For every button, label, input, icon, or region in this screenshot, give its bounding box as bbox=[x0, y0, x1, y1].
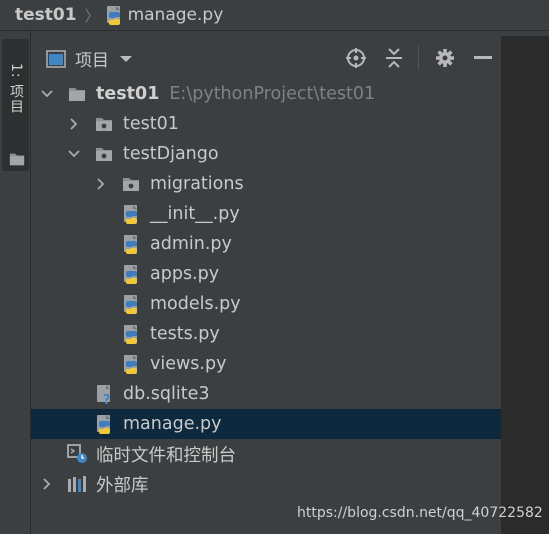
tree-item-label: test01 bbox=[123, 114, 179, 134]
tree-item-tests-py[interactable]: tests.py bbox=[31, 319, 501, 349]
tree-item-path: E:\pythonProject\test01 bbox=[169, 84, 376, 104]
python-file-icon bbox=[124, 234, 137, 254]
tree-item-scratches[interactable]: 临时文件和控制台 bbox=[31, 439, 501, 469]
tree-item-label: __init__.py bbox=[150, 204, 240, 224]
chevron-down-icon[interactable] bbox=[68, 148, 80, 160]
toolbar-divider bbox=[418, 46, 419, 70]
editor-area[interactable] bbox=[501, 36, 549, 534]
chevron-right-icon[interactable] bbox=[68, 118, 80, 130]
tree-item-label: migrations bbox=[150, 174, 244, 194]
locate-icon[interactable] bbox=[344, 46, 368, 70]
chevron-down-icon[interactable] bbox=[119, 54, 133, 64]
tree-item-label: test01 bbox=[96, 84, 160, 104]
tree-item-label: models.py bbox=[150, 294, 241, 314]
gear-icon[interactable] bbox=[433, 46, 457, 70]
breadcrumb: test01 〉 manage.py bbox=[0, 0, 549, 31]
breadcrumb-file-label: manage.py bbox=[127, 5, 224, 25]
collapse-all-icon[interactable] bbox=[382, 46, 406, 70]
python-file-icon bbox=[124, 294, 137, 314]
python-file-icon bbox=[106, 5, 120, 25]
tree-item-testdjango[interactable]: testDjango bbox=[31, 139, 501, 169]
python-file-icon bbox=[124, 264, 137, 284]
python-file-icon bbox=[97, 414, 110, 434]
unknown-file-icon: ? bbox=[97, 384, 111, 405]
svg-text:?: ? bbox=[103, 393, 111, 405]
minimize-icon[interactable] bbox=[471, 46, 495, 70]
tree-item-label: admin.py bbox=[150, 234, 232, 254]
chevron-right-icon[interactable] bbox=[95, 178, 107, 190]
package-folder-icon bbox=[96, 118, 112, 131]
tree-item-label: 外部库 bbox=[96, 475, 149, 496]
scratches-icon bbox=[67, 444, 87, 463]
tree-item-label: manage.py bbox=[123, 414, 222, 434]
folder-icon bbox=[69, 88, 85, 101]
project-tool-label: 1: 项目 bbox=[8, 63, 24, 115]
tree-item-manage-py[interactable]: manage.py bbox=[31, 409, 501, 439]
python-file-icon bbox=[124, 324, 137, 344]
project-view-icon bbox=[46, 49, 66, 68]
project-panel: 项目 test01 E:\pythonProject\test01 test01… bbox=[31, 31, 501, 534]
tree-item-label: db.sqlite3 bbox=[123, 384, 210, 404]
breadcrumb-project[interactable]: test01 bbox=[15, 5, 77, 25]
panel-header: 项目 bbox=[31, 31, 501, 86]
tree-item-init-py[interactable]: __init__.py bbox=[31, 199, 501, 229]
tree-item-label: testDjango bbox=[123, 144, 219, 164]
project-tool-button[interactable]: 1: 项目 bbox=[2, 39, 29, 171]
tree-item-label: views.py bbox=[150, 354, 227, 374]
tree-item-label: apps.py bbox=[150, 264, 220, 284]
package-folder-icon bbox=[123, 178, 139, 191]
chevron-down-icon[interactable] bbox=[41, 88, 53, 100]
tree-item-db-sqlite3[interactable]: ? db.sqlite3 bbox=[31, 379, 501, 409]
tree-item-admin-py[interactable]: admin.py bbox=[31, 229, 501, 259]
tree-item-migrations[interactable]: migrations bbox=[31, 169, 501, 199]
library-icon bbox=[68, 476, 86, 492]
tree-item-label: tests.py bbox=[150, 324, 220, 344]
chevron-right-icon[interactable] bbox=[41, 478, 53, 490]
panel-title[interactable]: 项目 bbox=[75, 46, 109, 71]
folder-icon bbox=[9, 153, 25, 166]
tree-item-label: 临时文件和控制台 bbox=[96, 445, 236, 466]
tree-item-apps-py[interactable]: apps.py bbox=[31, 259, 501, 289]
package-folder-icon bbox=[96, 148, 112, 161]
tool-window-stripe: 1: 项目 bbox=[0, 31, 31, 534]
python-file-icon bbox=[124, 354, 137, 374]
tree-item-test01[interactable]: test01 bbox=[31, 109, 501, 139]
tree-item-models-py[interactable]: models.py bbox=[31, 289, 501, 319]
breadcrumb-file[interactable]: manage.py bbox=[106, 5, 224, 26]
watermark: https://blog.csdn.net/qq_40722582 bbox=[297, 505, 543, 521]
breadcrumb-separator: 〉 bbox=[84, 6, 100, 25]
python-file-icon bbox=[124, 204, 137, 224]
tree-item-root[interactable]: test01 E:\pythonProject\test01 bbox=[31, 79, 501, 109]
tree-item-views-py[interactable]: views.py bbox=[31, 349, 501, 379]
panel-toolbar bbox=[330, 46, 495, 70]
tree-item-external-libs[interactable]: 外部库 bbox=[31, 469, 501, 499]
